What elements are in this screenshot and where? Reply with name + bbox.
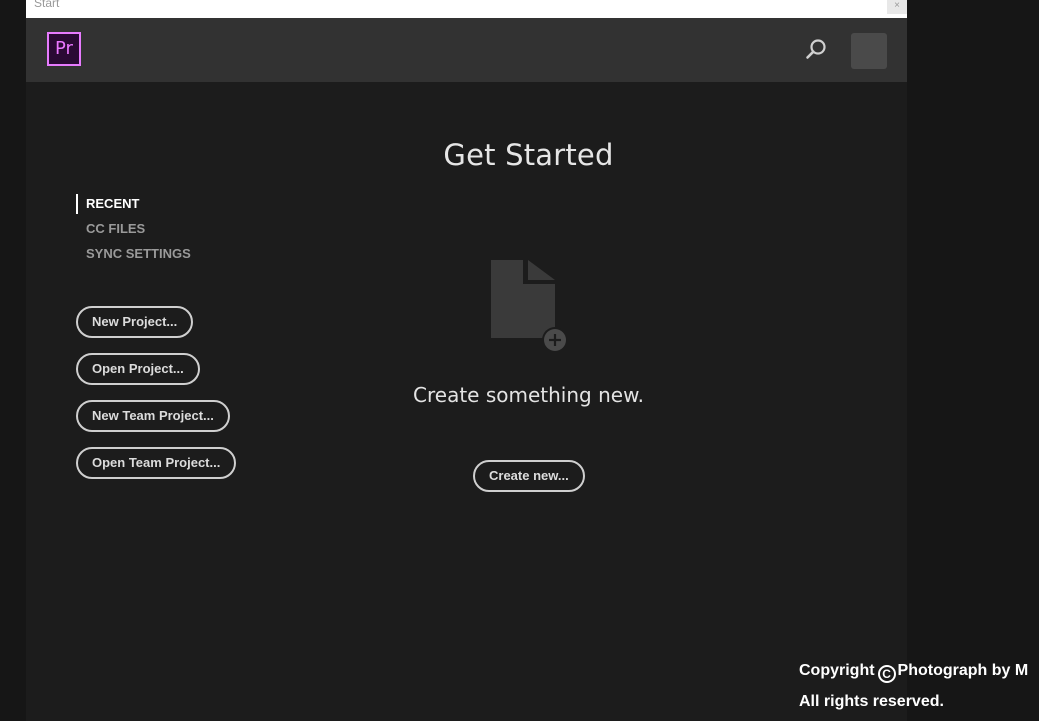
side-nav: RECENT CC FILES SYNC SETTINGS [76, 194, 191, 269]
window-titlebar: Start × [26, 0, 907, 18]
copyright-line-2: All rights reserved. [799, 693, 944, 710]
close-button[interactable]: × [887, 0, 907, 14]
create-new-button[interactable]: Create new... [473, 460, 585, 492]
copyright-prefix: Copyright [799, 662, 875, 679]
copyright-watermark: Copyright C Photograph by M All rights res… [799, 655, 1028, 717]
app-header: Pr [26, 18, 907, 82]
open-project-button[interactable]: Open Project... [76, 353, 200, 385]
new-project-button[interactable]: New Project... [76, 306, 194, 338]
create-something-text: Create something new. [413, 383, 644, 407]
page-title: Get Started [443, 138, 614, 172]
copyright-symbol: C [877, 665, 896, 683]
window-title: Start [34, 0, 60, 10]
avatar[interactable] [851, 33, 887, 69]
premiere-logo: Pr [47, 32, 81, 66]
nav-item-recent[interactable]: RECENT [76, 194, 191, 214]
new-project-wrap: New Project... [76, 306, 194, 353]
create-new-wrap: Create new... [473, 460, 585, 507]
nav-item-cc-files[interactable]: CC FILES [76, 219, 191, 244]
open-team-project-wrap: Open Team Project... [76, 447, 237, 494]
new-team-project-wrap: New Team Project... [76, 400, 230, 447]
nav-item-sync-settings[interactable]: SYNC SETTINGS [76, 244, 191, 269]
new-file-icon [489, 258, 569, 354]
copyright-line-1: Copyright C Photograph by M [799, 655, 1028, 686]
start-window: Start × Pr Get Started RECENT CC FILES S… [26, 0, 907, 721]
open-team-project-button[interactable]: Open Team Project... [76, 447, 237, 479]
copyright-suffix: Photograph by M [897, 662, 1029, 679]
search-icon[interactable] [804, 37, 828, 61]
screen: Start × Pr Get Started RECENT CC FILES S… [0, 0, 1039, 721]
